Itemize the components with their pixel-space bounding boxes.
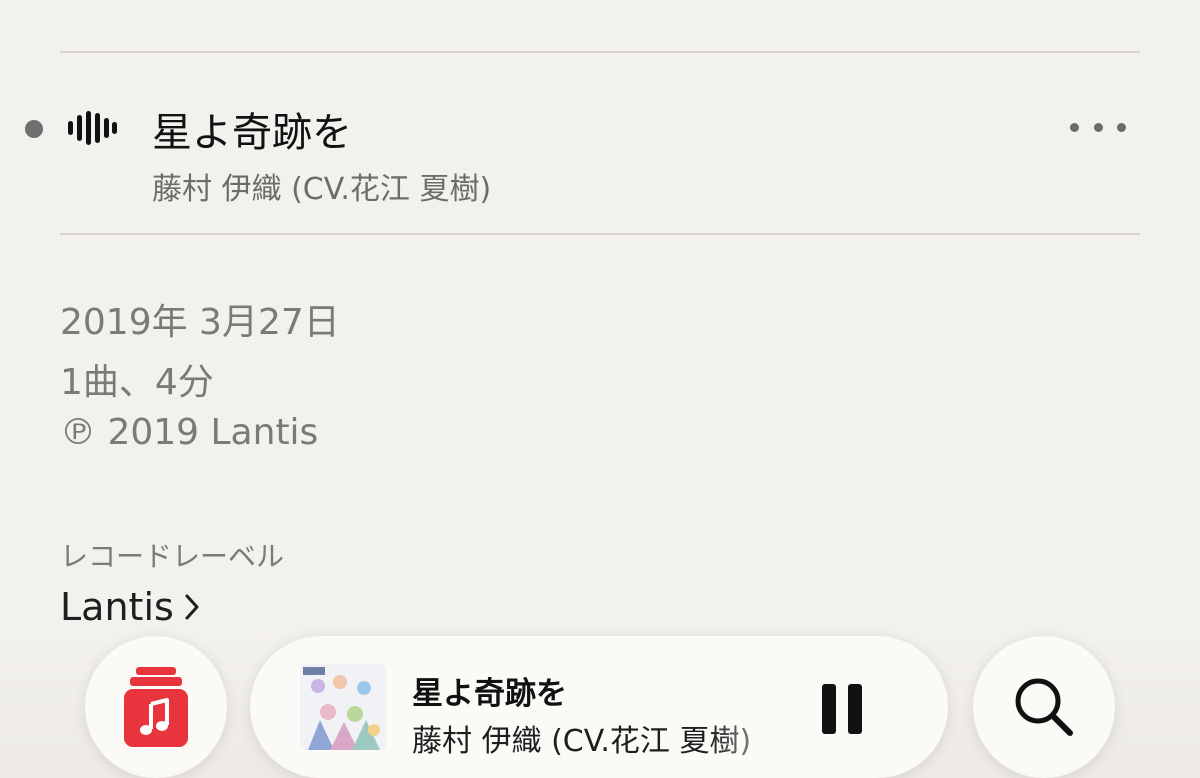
search-tab-button[interactable]	[973, 636, 1115, 778]
pause-icon	[848, 684, 862, 734]
ellipsis-icon	[1070, 122, 1079, 132]
more-options-button[interactable]	[1070, 112, 1126, 142]
music-library-icon	[124, 667, 188, 747]
track-title: 星よ奇跡を	[152, 110, 352, 156]
waveform-icon	[68, 111, 117, 145]
mini-player[interactable]: 星よ奇跡を 藤村 伊織 (CV.花江 夏樹)	[250, 636, 948, 778]
record-label-heading: レコードレーベル	[60, 540, 285, 573]
now-playing-dot	[25, 120, 43, 138]
ellipsis-icon	[1093, 122, 1103, 132]
record-label-link[interactable]: Lantis	[60, 585, 200, 629]
pause-button[interactable]	[820, 684, 864, 734]
ellipsis-icon	[1117, 122, 1126, 132]
copyright: ℗ 2019 Lantis	[60, 412, 319, 453]
record-label-name: Lantis	[60, 585, 174, 629]
library-tab-button[interactable]	[85, 636, 227, 778]
release-date: 2019年 3月27日	[60, 302, 340, 343]
mini-player-artist: 藤村 伊織 (CV.花江 夏樹)	[412, 724, 752, 759]
chevron-right-icon	[185, 594, 199, 620]
album-artwork	[300, 664, 386, 750]
track-divider	[60, 233, 1140, 235]
track-artist: 藤村 伊織 (CV.花江 夏樹)	[152, 172, 492, 207]
pause-icon	[822, 684, 836, 734]
top-divider	[60, 51, 1140, 53]
track-summary: 1曲、4分	[60, 362, 214, 403]
search-icon	[1015, 678, 1073, 736]
mini-player-title: 星よ奇跡を	[412, 676, 567, 712]
